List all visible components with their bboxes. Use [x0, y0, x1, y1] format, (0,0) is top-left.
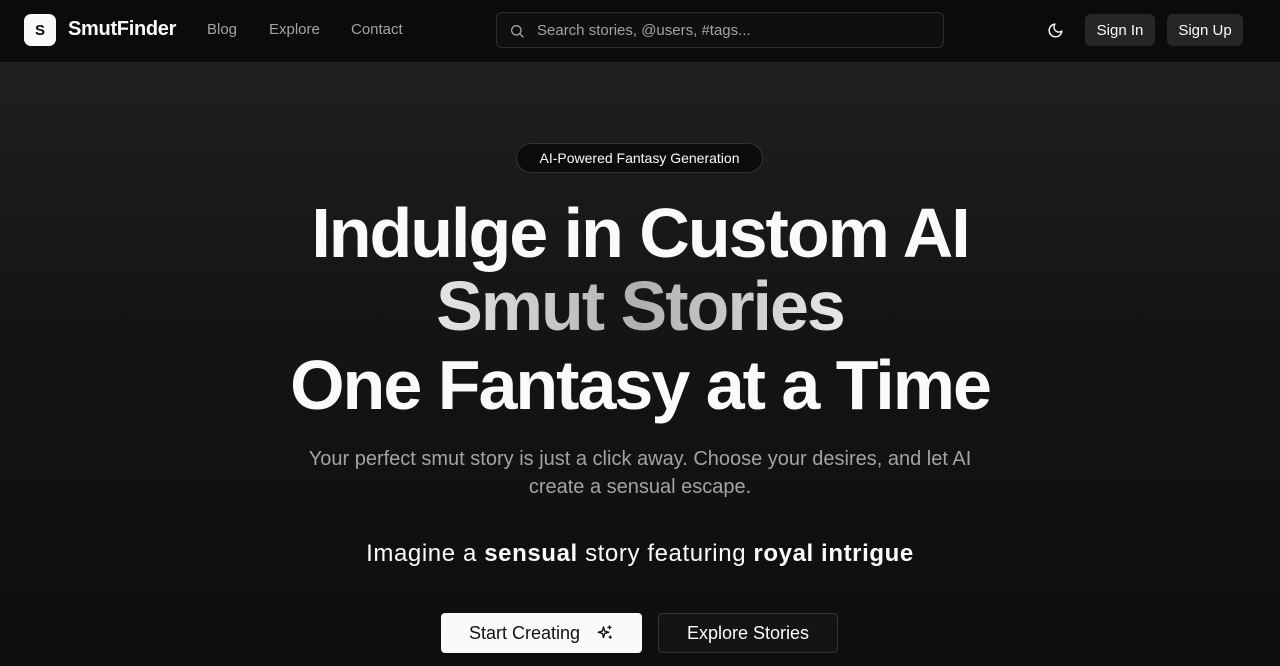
headline-line-1: Indulge in Custom AI: [311, 194, 970, 272]
hero-subtitle: Your perfect smut story is just a click …: [308, 448, 972, 498]
feature-badge: AI-Powered Fantasy Generation: [516, 143, 763, 173]
imagine-prefix: Imagine a: [366, 540, 485, 567]
imagine-mood: sensual: [484, 540, 578, 567]
search-icon: [511, 25, 524, 38]
explore-stories-button[interactable]: Explore Stories: [658, 613, 838, 653]
search-box: [496, 12, 944, 48]
nav-link-contact[interactable]: Contact: [351, 21, 403, 38]
headline-line-2: Smut Stories: [0, 266, 1280, 346]
imagine-prompt: Imagine a sensual story featuring royal …: [0, 540, 1280, 568]
search-input[interactable]: [537, 13, 933, 47]
sign-in-button[interactable]: Sign In: [1085, 14, 1155, 46]
imagine-middle: story featuring: [577, 540, 754, 567]
moon-icon: [1048, 22, 1063, 37]
headline-line-3: One Fantasy at a Time: [290, 346, 992, 424]
headline-highlight: Smut Stories: [436, 267, 846, 345]
nav-link-blog[interactable]: Blog: [207, 21, 237, 38]
brand-name[interactable]: SmutFinder: [68, 18, 176, 41]
top-navbar: S SmutFinder Blog Explore Contact Sign I…: [0, 0, 1280, 63]
theme-toggle-button[interactable]: [1040, 15, 1070, 45]
nav-link-explore[interactable]: Explore: [269, 21, 320, 38]
logo-icon[interactable]: S: [24, 14, 56, 46]
start-creating-label: Start Creating: [468, 622, 581, 643]
sparkles-icon: [597, 625, 613, 639]
imagine-theme: royal intrigue: [753, 540, 914, 567]
sign-up-button[interactable]: Sign Up: [1167, 14, 1243, 46]
start-creating-button[interactable]: Start Creating: [441, 613, 642, 653]
